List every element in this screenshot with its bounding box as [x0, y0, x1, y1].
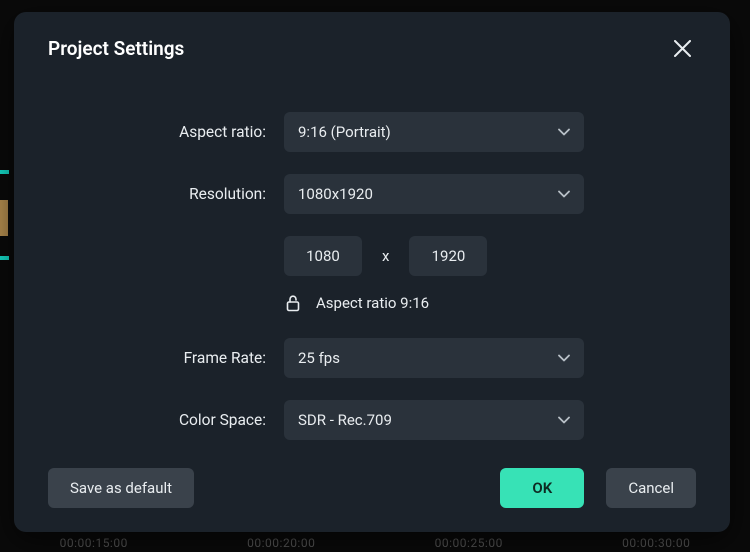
aspect-ratio-row: Aspect ratio: 9:16 (Portrait): [48, 112, 696, 152]
aspect-ratio-select[interactable]: 9:16 (Portrait): [284, 112, 584, 152]
timeline-clip: [0, 200, 8, 236]
frame-rate-value: 25 fps: [298, 349, 340, 367]
resolution-select[interactable]: 1080x1920: [284, 174, 584, 214]
close-button[interactable]: [668, 34, 696, 62]
project-settings-modal: Project Settings Aspect ratio: 9:16 (Por…: [14, 12, 730, 532]
frame-rate-select[interactable]: 25 fps: [284, 338, 584, 378]
frame-rate-row: Frame Rate: 25 fps: [48, 338, 696, 378]
dimension-separator: x: [382, 247, 389, 265]
modal-title: Project Settings: [48, 37, 184, 60]
aspect-ratio-value: 9:16 (Portrait): [298, 123, 391, 141]
chevron-down-icon: [558, 416, 570, 424]
aspect-ratio-label: Aspect ratio:: [48, 123, 284, 141]
color-space-value: SDR - Rec.709: [298, 411, 392, 429]
modal-footer: Save as default OK Cancel: [48, 468, 696, 508]
timeline-tick: 00:00:30:00: [622, 536, 690, 550]
timeline-tick: 00:00:25:00: [435, 536, 503, 550]
modal-header: Project Settings: [48, 34, 696, 62]
timeline-tick: 00:00:15:00: [60, 536, 128, 550]
timeline-tick: 00:00:20:00: [247, 536, 315, 550]
timeline-ruler: 00:00:15:00 00:00:20:00 00:00:25:00 00:0…: [0, 536, 750, 550]
resolution-value: 1080x1920: [298, 185, 373, 203]
frame-rate-label: Frame Rate:: [48, 349, 284, 367]
chevron-down-icon: [558, 128, 570, 136]
chevron-down-icon: [558, 354, 570, 362]
ok-button[interactable]: OK: [500, 468, 584, 508]
footer-right-group: OK Cancel: [500, 468, 696, 508]
form-area: Aspect ratio: 9:16 (Portrait) Resolution…: [48, 112, 696, 440]
unlock-icon[interactable]: [284, 294, 302, 312]
close-icon: [674, 40, 691, 57]
color-space-label: Color Space:: [48, 411, 284, 429]
lock-aspect-row: Aspect ratio 9:16: [284, 294, 696, 312]
height-input[interactable]: 1920: [409, 236, 487, 276]
cancel-button[interactable]: Cancel: [606, 468, 696, 508]
lock-aspect-text: Aspect ratio 9:16: [316, 294, 429, 312]
color-space-row: Color Space: SDR - Rec.709: [48, 400, 696, 440]
color-space-select[interactable]: SDR - Rec.709: [284, 400, 584, 440]
save-as-default-button[interactable]: Save as default: [48, 468, 194, 508]
resolution-label: Resolution:: [48, 185, 284, 203]
dimensions-row: 1080 x 1920: [284, 236, 696, 276]
chevron-down-icon: [558, 190, 570, 198]
resolution-row: Resolution: 1080x1920: [48, 174, 696, 214]
width-input[interactable]: 1080: [284, 236, 362, 276]
